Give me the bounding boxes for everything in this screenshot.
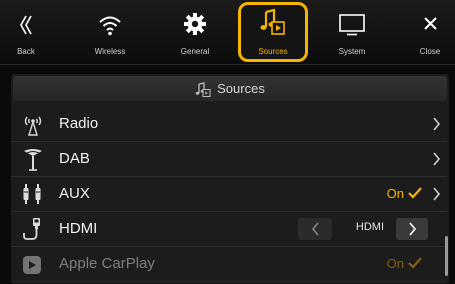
music-source-icon [195,81,211,97]
top-navigation-bar: Back Wireless General Sources System Clo… [0,0,455,65]
tab-system[interactable]: System [322,0,382,64]
monitor-icon [339,14,365,36]
scrollbar[interactable] [445,236,448,276]
tab-wireless-label: Wireless [94,47,126,56]
tab-back[interactable]: Back [0,0,52,64]
wifi-icon [99,16,121,36]
hdmi-previous-button[interactable] [298,218,332,240]
checkmark-icon [408,187,422,199]
tab-back-label: Back [17,47,35,56]
aux-plug-icon [23,184,41,204]
tab-wireless[interactable]: Wireless [80,0,140,64]
close-icon [424,17,437,30]
list-item-dab[interactable]: DAB [11,142,447,177]
tab-sources[interactable]: Sources [236,0,310,64]
section-header: Sources [13,76,447,101]
chevron-right-icon [433,152,441,166]
tab-close-label: Close [419,47,441,56]
radio-antenna-icon [24,116,42,136]
list-item-radio[interactable]: Radio [11,107,447,142]
carplay-icon [23,256,41,274]
chevron-left-icon [312,222,319,236]
gear-icon [184,13,206,35]
back-double-chevron-icon [20,15,32,35]
list-item-aux[interactable]: AUX On [11,177,447,212]
hdmi-next-button[interactable] [396,218,428,240]
hdmi-cable-icon [23,218,40,240]
music-source-icon [260,8,285,35]
list-item-label: Apple CarPlay [59,255,155,272]
carplay-status-value: On [386,256,404,271]
list-item-label: AUX [59,185,90,202]
chevron-right-icon [433,187,441,201]
section-title: Sources [217,81,265,96]
list-item-apple-carplay[interactable]: Apple CarPlay On [11,247,447,282]
list-item-label: Radio [59,115,99,132]
list-item-label: DAB [59,150,90,167]
tab-general[interactable]: General [165,0,225,64]
hdmi-selector-value: HDMI [355,221,384,233]
list-item-label: HDMI [59,220,98,237]
tab-close[interactable]: Close [405,0,455,64]
tab-sources-label: Sources [258,47,288,56]
aux-status-value: On [386,186,404,201]
chevron-right-icon [433,117,441,131]
tab-general-label: General [180,47,210,56]
checkmark-icon [408,257,422,269]
sources-panel: Sources Radio DAB AUX On HDMI HDMI Apple… [11,74,449,284]
tab-system-label: System [338,47,366,56]
dab-antenna-icon [24,149,42,171]
chevron-right-icon [409,222,417,236]
list-item-hdmi: HDMI HDMI [11,212,447,247]
